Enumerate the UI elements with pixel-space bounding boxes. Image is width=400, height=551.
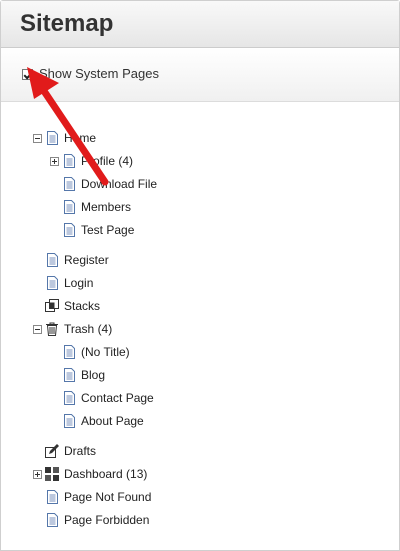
tree-node-page-not-found[interactable]: Page Not Found [47, 488, 151, 506]
page-icon [47, 513, 58, 527]
page-icon [64, 200, 75, 214]
tree-node-label: Blog [81, 368, 106, 382]
tree-node-label: Stacks [64, 299, 101, 313]
tree-node-register[interactable]: Register [47, 251, 109, 269]
stacks-icon [45, 299, 59, 312]
tree-node-label: Trash (4) [64, 322, 113, 336]
tree-node-label: Profile (4) [81, 154, 134, 168]
tree-node-blog[interactable]: Blog [64, 366, 105, 384]
tree-node-no-title[interactable]: (No Title) [64, 343, 130, 361]
drafts-pencil-icon [45, 444, 59, 458]
page-icon [64, 177, 75, 191]
tree-node-label: Home [64, 131, 97, 145]
tree-node-stacks[interactable]: Stacks [45, 297, 100, 315]
page-icon [47, 490, 58, 504]
dashboard-icon [45, 467, 59, 481]
tree-node-label: Page Not Found [64, 490, 152, 504]
tree-node-test-page[interactable]: Test Page [64, 221, 134, 239]
page-icon [47, 276, 58, 290]
expand-dashboard-toggle[interactable] [33, 470, 42, 479]
page-icon [47, 131, 58, 145]
tree-node-label: Login [64, 276, 94, 290]
tree-node-login[interactable]: Login [47, 274, 93, 292]
expand-profile-toggle[interactable] [50, 157, 59, 166]
tree-node-about-page[interactable]: About Page [64, 412, 144, 430]
tree-node-label: Register [64, 253, 109, 267]
trash-icon [46, 322, 58, 336]
tree-node-drafts[interactable]: Drafts [45, 442, 96, 460]
tree-node-page-forbidden[interactable]: Page Forbidden [47, 511, 149, 529]
tree-node-label: Download File [81, 177, 158, 191]
tree-node-label: About Page [81, 414, 144, 428]
tree-node-label: Dashboard (13) [64, 467, 148, 481]
page-icon [64, 414, 75, 428]
collapse-trash-toggle[interactable] [33, 325, 42, 334]
collapse-home-toggle[interactable] [33, 134, 42, 143]
tree-node-label: Contact Page [81, 391, 154, 405]
page-icon [47, 253, 58, 267]
tree-node-members[interactable]: Members [64, 198, 131, 216]
page-title: Sitemap [20, 10, 114, 37]
tree-node-download-file[interactable]: Download File [64, 175, 157, 193]
tree-node-trash[interactable]: Trash (4) [45, 320, 112, 338]
tree-node-label: Page Forbidden [64, 513, 150, 527]
page-icon [64, 391, 75, 405]
tree-node-dashboard[interactable]: Dashboard (13) [45, 465, 147, 483]
page-icon [64, 223, 75, 237]
tree-node-label: Test Page [81, 223, 135, 237]
tree-node-home[interactable]: Home [47, 129, 96, 147]
panel-header: Sitemap [1, 1, 399, 48]
tree-node-label: Drafts [64, 444, 97, 458]
show-system-pages-checkbox[interactable] [22, 69, 33, 80]
page-icon [64, 154, 75, 168]
tree-node-profile[interactable]: Profile (4) [64, 152, 133, 170]
tree-node-label: (No Title) [81, 345, 130, 359]
tree-node-label: Members [81, 200, 132, 214]
page-icon [64, 345, 75, 359]
page-icon [64, 368, 75, 382]
tree-node-contact-page[interactable]: Contact Page [64, 389, 154, 407]
show-system-pages-label[interactable]: Show System Pages [39, 66, 159, 81]
